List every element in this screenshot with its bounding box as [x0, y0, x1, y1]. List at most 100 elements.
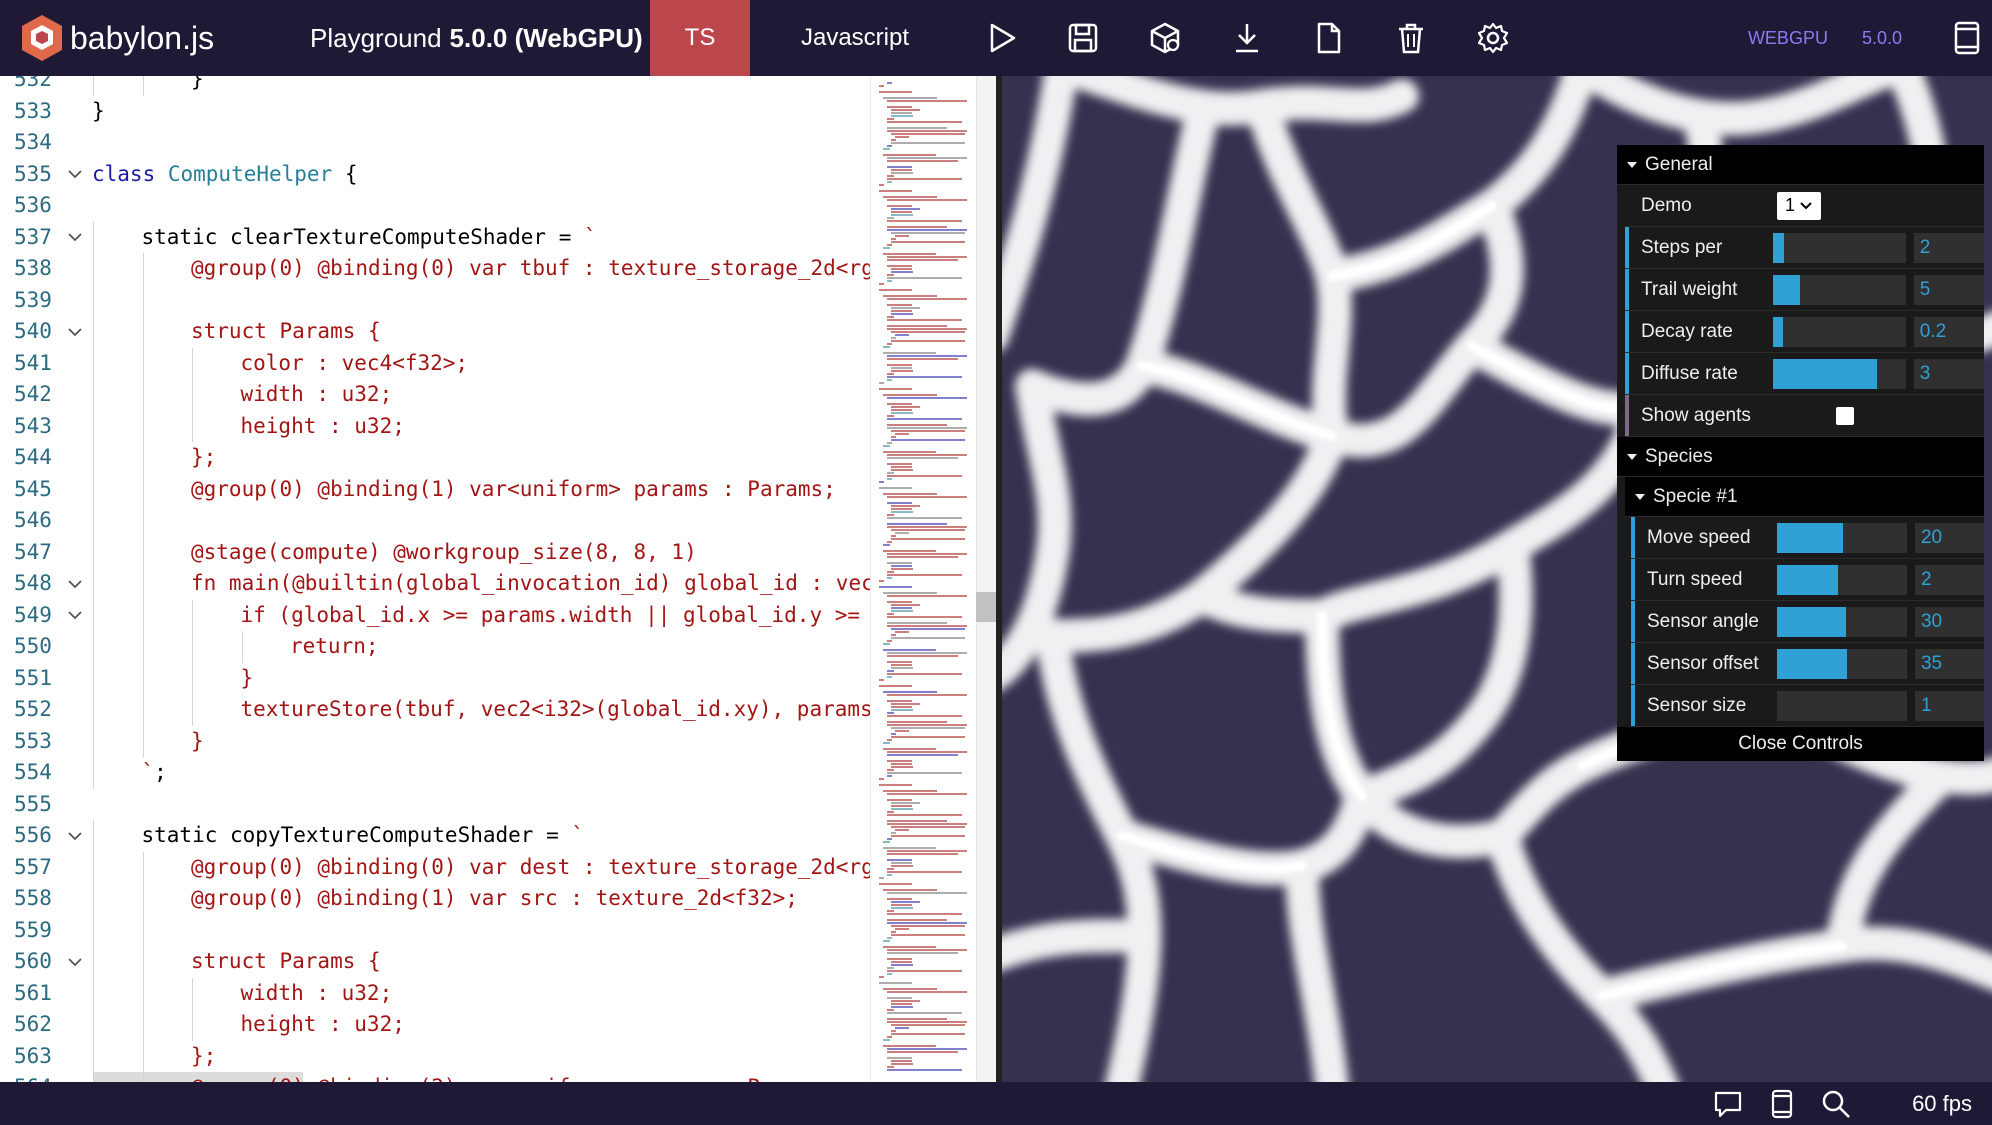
- run-button[interactable]: [960, 0, 1042, 76]
- control-demo-label: Demo: [1641, 194, 1692, 216]
- chevron-down-icon: [1800, 201, 1812, 209]
- control-slider[interactable]: [1773, 358, 1906, 389]
- control-value-input[interactable]: 2: [1914, 564, 1985, 595]
- close-controls-button[interactable]: Close Controls: [1617, 727, 1984, 761]
- code-line[interactable]: }: [241, 663, 254, 695]
- phone-icon[interactable]: [1766, 1088, 1798, 1120]
- code-line[interactable]: width : u32;: [241, 379, 393, 411]
- code-line[interactable]: @group(0) @binding(0) var tbuf : texture…: [191, 253, 870, 285]
- minimap-line: [891, 340, 965, 342]
- minimap-line: [887, 514, 894, 516]
- control-slider[interactable]: [1776, 606, 1907, 637]
- minimap-line: [891, 727, 965, 729]
- metadata-button[interactable]: [1942, 0, 1992, 76]
- control-slider[interactable]: [1776, 690, 1907, 721]
- code-line[interactable]: if (global_id.x >= params.width || globa…: [241, 600, 871, 632]
- code-line[interactable]: @group(0) @binding(1) var src : texture_…: [191, 883, 798, 915]
- fold-chevron-icon[interactable]: [66, 946, 84, 978]
- control-value-input[interactable]: 2: [1913, 232, 1984, 263]
- code-line[interactable]: color : vec4<f32>;: [241, 348, 469, 380]
- code-line[interactable]: static clearTextureComputeShader = `: [142, 222, 597, 254]
- code-line[interactable]: textureStore(tbuf, vec2<i32>(global_id.x…: [241, 694, 871, 726]
- download-button[interactable]: [1206, 0, 1288, 76]
- version-label[interactable]: 5.0.0: [1862, 28, 1902, 49]
- code-line[interactable]: @stage(compute) @workgroup_size(8, 8, 1): [191, 537, 697, 569]
- control-slider[interactable]: [1776, 648, 1907, 679]
- control-value-input[interactable]: 30: [1914, 606, 1985, 637]
- fold-chevron-icon[interactable]: [66, 600, 84, 632]
- indent-guide: [93, 221, 94, 253]
- control-value-input[interactable]: 20: [1914, 522, 1985, 553]
- comment-icon[interactable]: [1712, 1088, 1744, 1120]
- show-agents-checkbox[interactable]: [1836, 406, 1854, 425]
- code-line[interactable]: struct Params {: [191, 316, 381, 348]
- line-number: 543: [14, 413, 52, 438]
- settings-button[interactable]: [1452, 0, 1534, 76]
- minimap-line: [887, 160, 959, 162]
- fold-chevron-icon[interactable]: [66, 316, 84, 348]
- code-line[interactable]: width : u32;: [241, 978, 393, 1010]
- code-line[interactable]: @group(0) @binding(1) var<uniform> param…: [191, 474, 836, 506]
- code-line[interactable]: height : u32;: [241, 1009, 405, 1041]
- control-slider[interactable]: [1776, 564, 1907, 595]
- minimap-line: [891, 439, 965, 441]
- editor-scrollbar[interactable]: [976, 76, 996, 1082]
- code-line[interactable]: struct Params {: [191, 946, 381, 978]
- fold-chevron-icon[interactable]: [66, 222, 84, 254]
- tab-typescript[interactable]: TS: [650, 0, 750, 76]
- tab-javascript[interactable]: Javascript: [750, 0, 960, 76]
- folder-species[interactable]: Species: [1617, 437, 1984, 477]
- babylon-logo[interactable]: babylon.js: [0, 0, 310, 76]
- fold-chevron-icon[interactable]: [66, 568, 84, 600]
- code-line[interactable]: return;: [290, 631, 379, 663]
- line-number: 561: [14, 980, 52, 1005]
- clear-button[interactable]: [1370, 0, 1452, 76]
- fold-chevron-icon[interactable]: [66, 159, 84, 191]
- control-slider[interactable]: [1773, 316, 1906, 347]
- control-value-input[interactable]: 35: [1914, 648, 1985, 679]
- indent-guide: [93, 347, 94, 379]
- code-line[interactable]: }: [191, 726, 204, 758]
- code-line[interactable]: @group(0) @binding(2) var<uniform> param…: [191, 1072, 836, 1082]
- new-button[interactable]: [1288, 0, 1370, 76]
- control-value-input[interactable]: 3: [1913, 358, 1984, 389]
- code-area[interactable]: }} class ComputeHelper { static clearTextu…: [90, 76, 870, 1082]
- code-token: ;: [154, 760, 167, 784]
- play-icon: [990, 23, 1016, 53]
- minimap-line: [887, 874, 893, 876]
- indent-guide: [93, 473, 94, 505]
- code-editor[interactable]: 532 533 534 535 536 537 538 539 540 541 542 543 544 5…: [0, 76, 996, 1082]
- indent-guide: [93, 284, 94, 316]
- code-line[interactable]: height : u32;: [241, 411, 405, 443]
- folder-general[interactable]: General: [1617, 145, 1984, 185]
- code-line[interactable]: `;: [142, 757, 167, 789]
- folder-specie-1[interactable]: Specie #1: [1625, 477, 1984, 517]
- control-value-input[interactable]: 5: [1913, 274, 1984, 305]
- control-label: Decay rate: [1641, 320, 1733, 342]
- line-number: 563: [14, 1043, 52, 1068]
- fold-chevron-icon[interactable]: [66, 820, 84, 852]
- minimap-line: [891, 628, 965, 630]
- top-bar: babylon.js Playground 5.0.0 (WebGPU) TS …: [0, 0, 1992, 76]
- minimap-line: [883, 889, 938, 891]
- minimap[interactable]: [870, 76, 978, 1082]
- control-value-input[interactable]: 0.2: [1913, 316, 1984, 347]
- inspector-button[interactable]: [1124, 0, 1206, 76]
- code-line[interactable]: @group(0) @binding(0) var dest : texture…: [191, 852, 870, 884]
- code-line[interactable]: };: [191, 1041, 216, 1073]
- code-line[interactable]: }: [92, 96, 105, 128]
- code-line[interactable]: class ComputeHelper {: [92, 159, 358, 191]
- code-line[interactable]: static copyTextureComputeShader = `: [142, 820, 585, 852]
- code-line[interactable]: };: [191, 442, 216, 474]
- editor-scrollbar-thumb[interactable]: [976, 592, 996, 622]
- demo-select[interactable]: 1: [1777, 191, 1821, 220]
- search-icon[interactable]: [1820, 1088, 1852, 1120]
- code-line[interactable]: }: [191, 76, 204, 96]
- code-line[interactable]: fn main(@builtin(global_invocation_id) g…: [191, 568, 870, 600]
- control-slider[interactable]: [1773, 232, 1906, 263]
- engine-label[interactable]: WEBGPU: [1748, 28, 1828, 49]
- control-value-input[interactable]: 1: [1914, 690, 1985, 721]
- control-slider[interactable]: [1776, 522, 1907, 553]
- save-button[interactable]: [1042, 0, 1124, 76]
- control-slider[interactable]: [1773, 274, 1906, 305]
